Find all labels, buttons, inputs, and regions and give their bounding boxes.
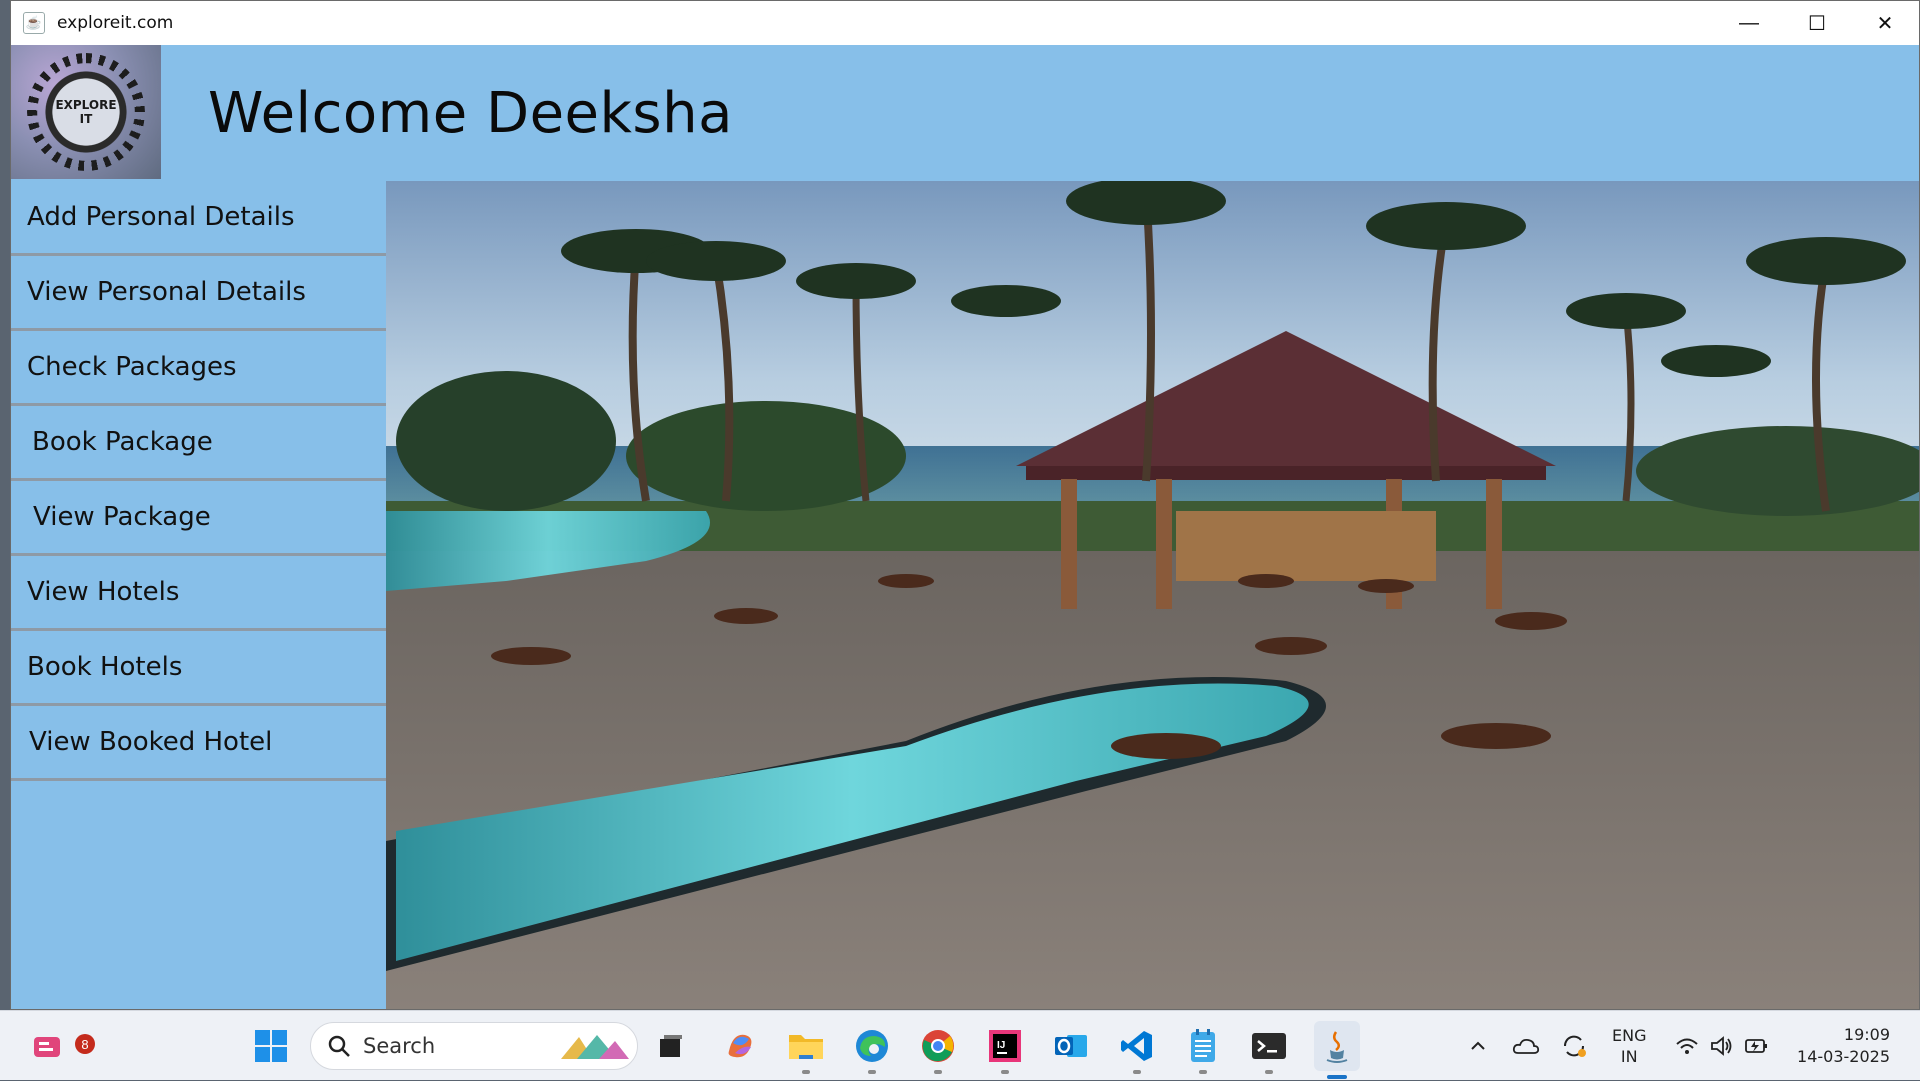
add-personal-details-button[interactable]: Add Personal Details: [11, 181, 386, 256]
window-controls: — ☐ ✕: [1715, 1, 1919, 45]
clock-date: 14-03-2025: [1797, 1047, 1890, 1066]
wifi-icon: [1676, 1038, 1698, 1054]
sidebar-menu: Add Personal Details View Personal Detai…: [11, 181, 386, 1009]
outlook-icon[interactable]: [1051, 1026, 1091, 1066]
widgets-badge: 8: [75, 1034, 95, 1054]
language-line2: IN: [1620, 1047, 1638, 1066]
book-hotels-button[interactable]: Book Hotels: [11, 631, 386, 706]
check-packages-button[interactable]: Check Packages: [11, 331, 386, 406]
app-window: ☕ exploreit.com — ☐ ✕ EXPLORE IT Welcome…: [10, 0, 1920, 1010]
onedrive-icon[interactable]: [1512, 1011, 1540, 1081]
chevron-up-icon: [1471, 1041, 1485, 1050]
battery-charging-icon: [1745, 1039, 1767, 1053]
sync-icon[interactable]: [1560, 1011, 1588, 1081]
java-app-icon: ☕: [23, 12, 45, 34]
search-icon: [327, 1034, 351, 1058]
copilot-icon[interactable]: [720, 1026, 760, 1066]
logo-text-line1: EXPLORE: [55, 98, 117, 112]
view-hotels-button[interactable]: View Hotels: [11, 556, 386, 631]
beach-resort-image: [386, 181, 1919, 1009]
clock[interactable]: 19:09 14-03-2025: [1796, 1011, 1890, 1081]
taskbar: 8 Search IJ ENG IN 19:09 14-03-2025: [0, 1010, 1920, 1080]
search-highlight-icon: [559, 1029, 631, 1063]
globe-logo-icon: EXPLORE IT: [37, 63, 135, 161]
svg-text:IJ: IJ: [997, 1040, 1005, 1051]
header: EXPLORE IT Welcome Deeksha: [11, 45, 1919, 181]
logo-text-line2: IT: [79, 112, 93, 126]
language-line1: ENG: [1612, 1026, 1647, 1045]
title-bar[interactable]: ☕ exploreit.com — ☐ ✕: [11, 1, 1919, 45]
volume-icon: [1711, 1036, 1732, 1056]
quick-settings[interactable]: [1675, 1011, 1769, 1081]
intellij-icon[interactable]: IJ: [985, 1026, 1025, 1074]
resort-scene: [386, 181, 1919, 1009]
terminal-icon[interactable]: [1249, 1026, 1289, 1074]
task-view-icon[interactable]: [651, 1026, 691, 1066]
view-package-button[interactable]: View Package: [11, 481, 386, 556]
widgets-icon[interactable]: 8: [27, 1026, 95, 1066]
chrome-icon[interactable]: [918, 1026, 958, 1074]
welcome-heading: Welcome Deeksha: [208, 81, 733, 146]
language-indicator[interactable]: ENG IN: [1612, 1011, 1646, 1081]
close-button[interactable]: ✕: [1851, 1, 1919, 45]
start-icon[interactable]: [251, 1026, 291, 1066]
file-explorer-icon[interactable]: [786, 1026, 826, 1074]
edge-icon[interactable]: [852, 1026, 892, 1074]
taskbar-search-input[interactable]: Search: [310, 1022, 638, 1070]
maximize-button[interactable]: ☐: [1783, 1, 1851, 45]
show-hidden-icons[interactable]: [1468, 1011, 1488, 1081]
window-title: exploreit.com: [57, 13, 174, 33]
book-package-button[interactable]: Book Package: [11, 406, 386, 481]
search-placeholder: Search: [363, 1034, 436, 1058]
notepad-icon[interactable]: [1183, 1026, 1223, 1074]
minimize-button[interactable]: —: [1715, 1, 1783, 45]
view-booked-hotel-button[interactable]: View Booked Hotel: [11, 706, 386, 781]
java-app-taskbar-icon[interactable]: [1314, 1021, 1360, 1079]
vscode-icon[interactable]: [1117, 1026, 1157, 1074]
clock-time: 19:09: [1843, 1025, 1890, 1044]
explore-it-logo: EXPLORE IT: [11, 45, 161, 179]
view-personal-details-button[interactable]: View Personal Details: [11, 256, 386, 331]
